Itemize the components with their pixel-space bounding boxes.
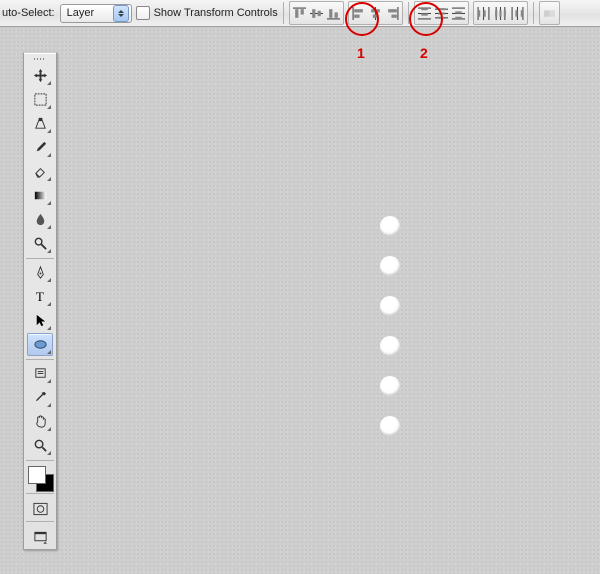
toolbox-panel: T xyxy=(23,52,57,550)
auto-align-button xyxy=(541,4,558,22)
document-canvas[interactable] xyxy=(0,0,600,574)
chevron-updown-icon xyxy=(113,5,129,22)
dist-hcenter-button[interactable] xyxy=(492,4,509,22)
move-tool[interactable] xyxy=(27,64,53,87)
separator xyxy=(533,2,534,24)
eraser-tool[interactable] xyxy=(27,160,53,183)
align-bottom-button[interactable] xyxy=(325,4,342,22)
toolbox-separator xyxy=(26,493,54,494)
distribute-h-group xyxy=(473,1,528,25)
auto-select-label: uto-Select: xyxy=(2,7,56,19)
annotation-label-1: 1 xyxy=(357,45,365,61)
options-bar: uto-Select: Layer Show Transform Control… xyxy=(0,0,600,27)
align-edges-group xyxy=(289,1,344,25)
shape-dot[interactable] xyxy=(380,416,400,436)
eyedropper-tool[interactable] xyxy=(27,386,53,409)
panel-grip[interactable] xyxy=(29,56,51,63)
checkbox-icon xyxy=(136,6,150,20)
notes-tool[interactable] xyxy=(27,362,53,385)
annotation-circle-2 xyxy=(409,2,443,36)
auto-select-value: Layer xyxy=(67,7,109,19)
gradient-tool[interactable] xyxy=(27,184,53,207)
auto-align-group xyxy=(539,1,560,25)
separator xyxy=(283,2,284,24)
dist-bottom-button[interactable] xyxy=(450,4,467,22)
shape-dot[interactable] xyxy=(380,296,400,316)
shape-dot[interactable] xyxy=(380,256,400,276)
toolbox-separator xyxy=(26,258,54,259)
align-top-button[interactable] xyxy=(291,4,308,22)
toolbox-separator xyxy=(26,460,54,461)
align-right-button[interactable] xyxy=(384,4,401,22)
brush-tool[interactable] xyxy=(27,136,53,159)
annotation-circle-1 xyxy=(345,2,379,36)
foreground-swatch[interactable] xyxy=(28,466,46,484)
toolbox-separator xyxy=(26,359,54,360)
toolbox-separator xyxy=(26,521,54,522)
shape-dot[interactable] xyxy=(380,376,400,396)
zoom-tool[interactable] xyxy=(27,434,53,457)
shape-dot[interactable] xyxy=(380,336,400,356)
dodge-tool[interactable] xyxy=(27,232,53,255)
marquee-tool[interactable] xyxy=(27,88,53,111)
blur-tool[interactable] xyxy=(27,208,53,231)
hand-tool[interactable] xyxy=(27,410,53,433)
show-transform-label: Show Transform Controls xyxy=(154,7,278,19)
dist-left-button[interactable] xyxy=(475,4,492,22)
quick-mask-button[interactable] xyxy=(28,499,52,519)
ellipse-shape-tool[interactable] xyxy=(27,333,53,356)
pen-tool[interactable] xyxy=(27,261,53,284)
annotation-label-2: 2 xyxy=(420,45,428,61)
path-select-tool[interactable] xyxy=(27,309,53,332)
screen-mode-button[interactable] xyxy=(28,527,52,547)
type-tool[interactable]: T xyxy=(27,285,53,308)
svg-text:T: T xyxy=(35,289,43,304)
align-vmiddle-button[interactable] xyxy=(308,4,325,22)
auto-select-dropdown[interactable]: Layer xyxy=(60,4,132,23)
color-swatches[interactable] xyxy=(27,465,53,491)
shape-dot[interactable] xyxy=(380,216,400,236)
show-transform-checkbox[interactable]: Show Transform Controls xyxy=(136,6,278,20)
healing-brush-tool[interactable] xyxy=(27,112,53,135)
dist-right-button[interactable] xyxy=(509,4,526,22)
